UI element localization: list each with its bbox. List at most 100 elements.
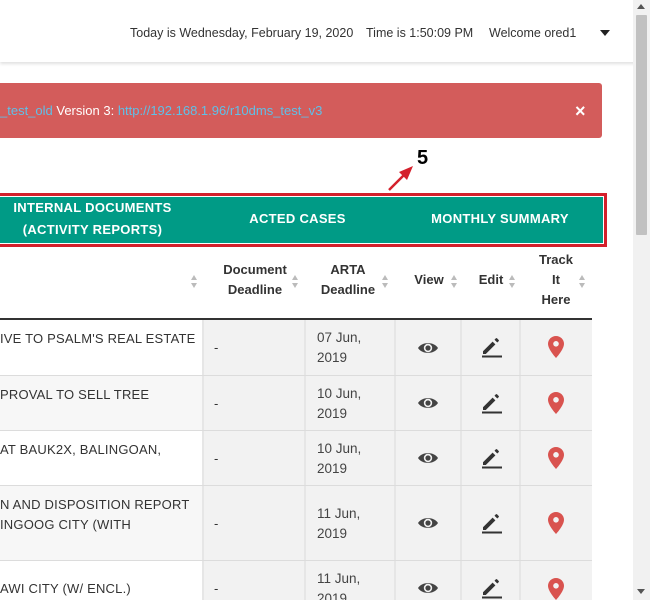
page-scrollbar[interactable]: [633, 0, 650, 600]
scrollbar-thumb[interactable]: [636, 15, 647, 235]
title-cell: AT BAUK2X, BALINGOAN,: [0, 431, 204, 485]
view-cell: [396, 431, 462, 485]
map-pin-icon[interactable]: [548, 336, 564, 358]
pencil-icon[interactable]: [480, 445, 504, 469]
scroll-down-icon[interactable]: [637, 589, 645, 594]
arta-deadline-value: 10 Jun, 2019: [317, 384, 361, 424]
document-title: IVE TO PSALM'S REAL ESTATE: [0, 331, 196, 346]
header-document-deadline[interactable]: Document Deadline: [212, 260, 298, 328]
table-row: AT BAUK2X, BALINGOAN, - 10 Jun, 2019: [0, 431, 592, 486]
document-title: N AND DISPOSITION REPORT INGOOG CITY (WI…: [0, 495, 189, 535]
top-header: Today is Wednesday, February 19, 2020 Ti…: [0, 0, 636, 62]
scroll-up-icon[interactable]: [637, 4, 645, 9]
alert-message: _test_old Version 3: http://192.168.1.96…: [0, 103, 322, 118]
arta-deadline-year: 2019: [317, 406, 348, 421]
document-deadline-value: -: [214, 451, 219, 466]
document-title: PROVAL TO SELL TREE: [0, 387, 150, 402]
sort-icon[interactable]: [509, 275, 515, 289]
close-icon[interactable]: ×: [575, 101, 586, 122]
caret-down-icon[interactable]: [600, 30, 610, 36]
old-version-link[interactable]: _test_old: [0, 103, 53, 118]
arta-deadline-value: 11 Jun, 2019: [317, 569, 360, 600]
header-arta-deadline[interactable]: ARTA Deadline: [312, 260, 384, 328]
current-time: Time is 1:50:09 PM: [366, 26, 474, 40]
arta-deadline-year: 2019: [317, 591, 348, 600]
header-track-line3: Here: [541, 292, 571, 307]
edit-cell: [462, 486, 521, 560]
track-cell: [521, 561, 592, 600]
document-deadline-cell: -: [204, 486, 306, 560]
arta-deadline-cell: 07 Jun, 2019: [306, 320, 396, 375]
arta-deadline-day: 11 Jun,: [317, 506, 361, 521]
sort-icon[interactable]: [292, 275, 298, 289]
pencil-icon[interactable]: [480, 390, 504, 414]
title-cell: AWI CITY (W/ ENCL.): [0, 561, 204, 600]
title-cell: N AND DISPOSITION REPORT INGOOG CITY (WI…: [0, 486, 204, 560]
track-cell: [521, 320, 592, 375]
table-row: PROVAL TO SELL TREE - 10 Jun, 2019: [0, 376, 592, 431]
track-cell: [521, 431, 592, 485]
arta-deadline-year: 2019: [317, 350, 348, 365]
document-title-line2: INGOOG CITY (WITH: [0, 517, 131, 532]
document-title: AT BAUK2X, BALINGOAN,: [0, 442, 162, 457]
map-pin-icon[interactable]: [548, 447, 564, 469]
header-arta-line2: Deadline: [320, 282, 376, 297]
map-pin-icon[interactable]: [548, 578, 564, 600]
view-cell: [396, 486, 462, 560]
document-deadline-cell: -: [204, 561, 306, 600]
version-alert: _test_old Version 3: http://192.168.1.96…: [0, 83, 602, 138]
edit-cell: [462, 561, 521, 600]
document-deadline-cell: -: [204, 431, 306, 485]
arta-deadline-value: 11 Jun, 2019: [317, 504, 360, 544]
arta-deadline-cell: 10 Jun, 2019: [306, 376, 396, 430]
sort-icon[interactable]: [579, 275, 585, 289]
version-label: Version 3:: [52, 103, 118, 118]
version-3-link[interactable]: http://192.168.1.96/r10dms_test_v3: [118, 103, 323, 118]
document-deadline-cell: -: [204, 320, 306, 375]
document-deadline-value: -: [214, 340, 219, 355]
welcome-user[interactable]: Welcome ored1: [489, 26, 576, 40]
title-cell: PROVAL TO SELL TREE: [0, 376, 204, 430]
map-pin-icon[interactable]: [548, 392, 564, 414]
arta-deadline-day: 10 Jun,: [317, 441, 362, 456]
eye-icon[interactable]: [417, 395, 439, 411]
annotation-number: 5: [417, 147, 429, 169]
eye-icon[interactable]: [417, 340, 439, 356]
header-arta-line1: ARTA: [330, 262, 366, 277]
track-cell: [521, 486, 592, 560]
arta-deadline-year: 2019: [317, 526, 348, 541]
view-cell: [396, 320, 462, 375]
header-track-line1: Track: [539, 252, 573, 267]
edit-cell: [462, 376, 521, 430]
pencil-icon[interactable]: [480, 334, 504, 358]
document-deadline-cell: -: [204, 376, 306, 430]
edit-cell: [462, 320, 521, 375]
document-title: AWI CITY (W/ ENCL.): [0, 581, 131, 596]
current-date: Today is Wednesday, February 19, 2020: [130, 26, 354, 40]
arta-deadline-day: 11 Jun,: [317, 571, 361, 586]
pencil-icon[interactable]: [480, 575, 504, 599]
header-track-it-here[interactable]: Track It Here: [530, 250, 582, 318]
pencil-icon[interactable]: [480, 510, 504, 534]
title-cell: IVE TO PSALM'S REAL ESTATE: [0, 320, 204, 375]
eye-icon[interactable]: [417, 450, 439, 466]
annotation-highlight-box: [0, 193, 607, 247]
document-deadline-value: -: [214, 516, 219, 531]
sort-icon[interactable]: [191, 275, 197, 289]
map-pin-icon[interactable]: [548, 512, 564, 534]
arta-deadline-value: 10 Jun, 2019: [317, 439, 361, 479]
table-row: AWI CITY (W/ ENCL.) - 11 Jun, 2019: [0, 561, 592, 600]
document-deadline-value: -: [214, 396, 219, 411]
arta-deadline-day: 10 Jun,: [317, 386, 362, 401]
arta-deadline-year: 2019: [317, 461, 348, 476]
eye-icon[interactable]: [417, 515, 439, 531]
sort-icon[interactable]: [382, 275, 388, 289]
view-cell: [396, 561, 462, 600]
arta-deadline-cell: 11 Jun, 2019: [306, 561, 396, 600]
edit-cell: [462, 431, 521, 485]
header-document-deadline-line2: Deadline: [227, 282, 283, 297]
header-track-line2: It: [552, 272, 560, 287]
table-row: N AND DISPOSITION REPORT INGOOG CITY (WI…: [0, 486, 592, 561]
sort-icon[interactable]: [451, 275, 457, 289]
eye-icon[interactable]: [417, 580, 439, 596]
